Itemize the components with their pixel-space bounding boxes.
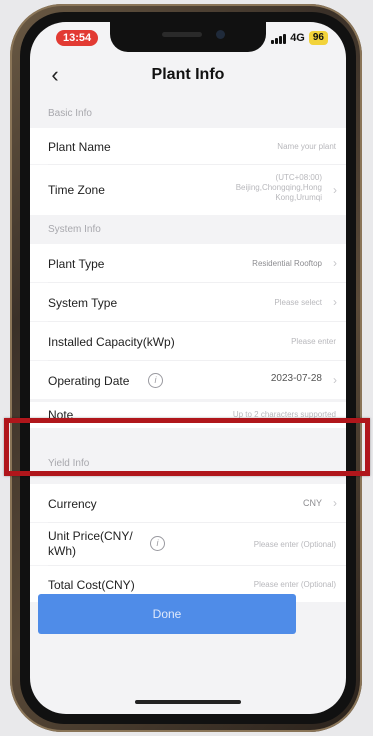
time-zone-row[interactable]: Time Zone (UTC+08:00) Beijing,Chongqing,… [30,165,346,215]
total-cost-input[interactable]: Please enter (Optional) [254,580,336,590]
plant-name-label: Plant Name [48,140,111,154]
system-type-row[interactable]: System Type Please select › [30,283,346,321]
installed-capacity-label: Installed Capacity(kWp) [48,335,175,349]
done-button[interactable]: Done [38,594,296,634]
info-icon[interactable]: i [148,373,163,388]
chevron-right-icon: › [333,295,337,309]
currency-value: CNY [302,498,322,508]
unit-price-label-line: kWh) [48,544,76,558]
time-zone-value-line: Beijing,Chongqing,Hong [235,183,322,192]
notch [110,22,266,52]
time-zone-value: (UTC+08:00) Beijing,Chongqing,Hong Kong,… [236,173,322,203]
plant-type-value: Residential Rooftop [252,259,322,268]
system-type-select[interactable]: Please select [274,298,322,308]
currency-row[interactable]: Currency CNY › [30,484,346,522]
page-title: Plant Info [151,66,225,83]
network-label: 4G [290,32,305,44]
installed-capacity-input[interactable]: Please enter [291,337,336,347]
time-zone-value-line: Kong,Urumqi [275,193,322,202]
unit-price-label-line: Unit Price(CNY/ [48,529,133,543]
signal-icon [271,33,287,44]
operating-date-row[interactable]: Operating Date i 2023-07-28 › [30,361,346,399]
installed-capacity-row[interactable]: Installed Capacity(kWp) Please enter [30,322,346,360]
unit-price-row[interactable]: Unit Price(CNY/ kWh) i Please enter (Opt… [30,523,346,565]
total-cost-label: Total Cost(CNY) [48,578,135,592]
plant-type-label: Plant Type [48,257,105,271]
operating-date-value: 2023-07-28 [270,373,322,384]
unit-price-label: Unit Price(CNY/ kWh) [48,529,133,559]
plant-name-row[interactable]: Plant Name Name your plant [30,128,346,164]
unit-price-input[interactable]: Please enter (Optional) [254,540,336,550]
section-header-basic: Basic Info [48,108,92,119]
time-zone-label: Time Zone [48,183,105,197]
plant-name-input[interactable]: Name your plant [277,142,336,152]
plant-type-row[interactable]: Plant Type Residential Rooftop › [30,244,346,282]
speaker [162,32,202,37]
time-zone-value-line: (UTC+08:00) [275,173,322,182]
home-indicator [135,700,241,704]
currency-label: Currency [48,497,97,511]
highlight-box [4,418,370,476]
nav-bar: ‹ Plant Info [30,56,346,96]
system-type-label: System Type [48,296,118,310]
front-camera [216,30,225,39]
info-icon[interactable]: i [150,536,165,551]
chevron-right-icon: › [333,256,337,270]
status-indicators: 4G 96 [271,30,328,46]
chevron-right-icon: › [333,496,337,510]
chevron-right-icon: › [333,183,337,197]
chevron-right-icon: › [333,373,337,387]
section-header-system: System Info [48,224,101,235]
operating-date-label: Operating Date [48,374,130,388]
status-time: 13:54 [56,30,99,46]
battery-icon: 96 [308,31,328,45]
